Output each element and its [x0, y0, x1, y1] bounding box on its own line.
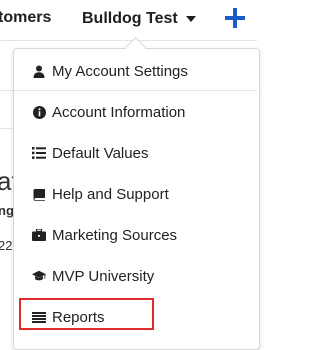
caret-down-icon	[185, 16, 196, 22]
menu-item-label: Account Information	[52, 103, 186, 121]
background-label: ng	[0, 203, 14, 218]
menu-item-label: Marketing Sources	[52, 226, 178, 244]
graduation-cap-icon	[32, 269, 46, 283]
background-value: 22	[0, 238, 13, 253]
info-circle-icon	[32, 105, 46, 119]
menu-item-marketing-sources[interactable]: Marketing Sources	[14, 216, 257, 254]
background-divider	[0, 128, 14, 129]
menu-item-label: My Account Settings	[52, 62, 188, 80]
menu-item-account-information[interactable]: Account Information	[14, 93, 257, 131]
menu-item-label: Default Values	[52, 144, 149, 162]
add-new-button[interactable]	[224, 5, 246, 31]
user-icon	[32, 64, 46, 78]
menu-item-default-values[interactable]: Default Values	[14, 134, 257, 172]
menu-item-my-account-settings[interactable]: My Account Settings	[14, 52, 257, 90]
menu-item-mvp-university[interactable]: MVP University	[14, 257, 257, 295]
briefcase-icon	[32, 228, 46, 242]
book-icon	[32, 187, 46, 201]
nav-link-customers[interactable]: tomers	[0, 9, 51, 27]
menu-item-label: Help and Support	[52, 185, 169, 203]
top-navigation-bar: tomers Bulldog Test	[0, 0, 257, 41]
background-divider	[0, 90, 14, 91]
account-switcher-button[interactable]: Bulldog Test	[82, 9, 196, 29]
reports-highlight-box	[19, 298, 154, 330]
list-icon	[32, 146, 46, 160]
menu-item-label: MVP University	[52, 267, 155, 285]
account-name: Bulldog Test	[82, 10, 178, 27]
menu-item-help-and-support[interactable]: Help and Support	[14, 175, 257, 213]
menu-divider	[14, 90, 257, 91]
